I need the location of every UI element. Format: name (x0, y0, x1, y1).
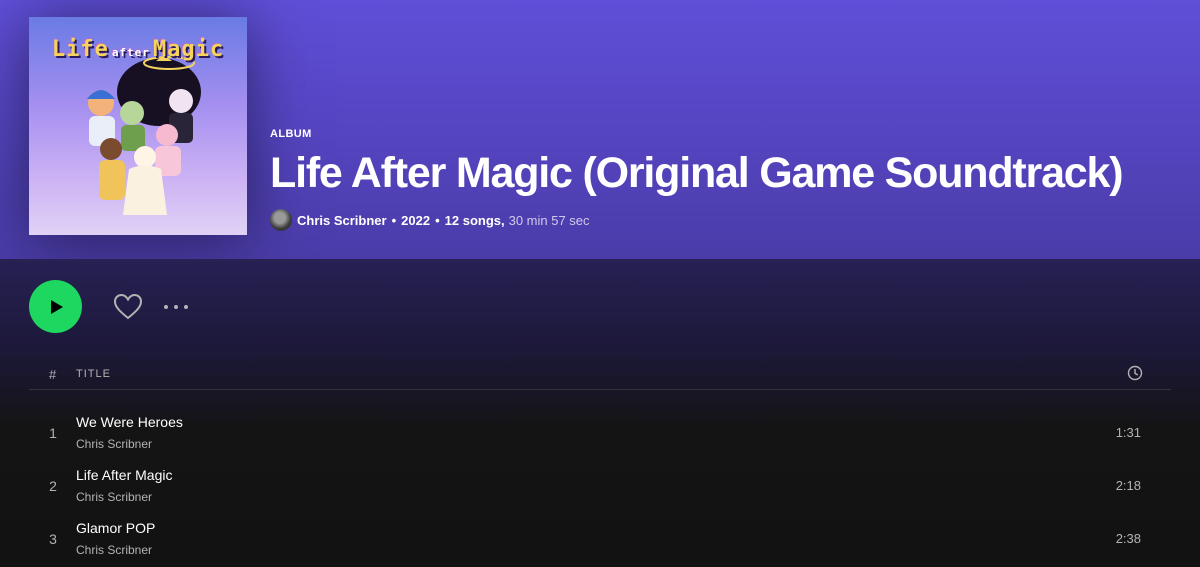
track-title[interactable]: Life After Magic (76, 467, 173, 483)
track-number: 2 (49, 478, 57, 494)
cover-logo-word-2: after (111, 46, 150, 59)
artist-link[interactable]: Chris Scribner (297, 213, 387, 228)
track-number: 1 (49, 425, 57, 441)
song-count: 12 songs, (444, 212, 505, 228)
track-row[interactable]: 3 Glamor POP Chris Scribner 2:38 (29, 513, 1171, 566)
play-icon (50, 299, 63, 314)
separator-dot: • (391, 212, 397, 228)
separator-dot: • (435, 212, 440, 228)
tracklist-header: # Title (29, 363, 1171, 390)
album-meta: ALBUM Life After Magic (Original Game So… (270, 128, 1124, 232)
cover-logo-word-3: Magic (152, 37, 225, 62)
album-page: Life after Magic ALBUM Life After Magic (O… (0, 0, 1200, 567)
more-horizontal-icon (164, 304, 188, 309)
heart-icon (113, 293, 143, 319)
artist-avatar[interactable] (270, 209, 292, 232)
release-year: 2022 (401, 212, 431, 228)
column-title: Title (76, 368, 111, 380)
track-title[interactable]: Glamor POP (76, 520, 155, 536)
track-duration: 2:18 (1115, 478, 1141, 493)
clock-icon (1127, 365, 1143, 381)
tracklist: 1 We Were Heroes Chris Scribner 1:31 2 L… (29, 407, 1171, 566)
track-title[interactable]: We Were Heroes (76, 414, 183, 430)
track-duration: 1:31 (1115, 425, 1141, 440)
play-button[interactable] (29, 280, 82, 333)
action-bar (29, 280, 191, 333)
album-type-label: ALBUM (270, 128, 312, 140)
track-row[interactable]: 2 Life After Magic Chris Scribner 2:18 (29, 460, 1171, 513)
like-button[interactable] (111, 290, 145, 324)
track-artist[interactable]: Chris Scribner (76, 490, 152, 504)
album-byline: Chris Scribner • 2022 • 12 songs, 30 min… (270, 209, 1122, 232)
album-title: Life After Magic (Original Game Soundtra… (270, 149, 1124, 197)
track-row[interactable]: 1 We Were Heroes Chris Scribner 1:31 (29, 407, 1171, 460)
album-cover[interactable]: Life after Magic (29, 17, 247, 235)
album-header: Life after Magic ALBUM Life After Magic (O… (0, 0, 1200, 259)
track-duration: 2:38 (1115, 531, 1141, 546)
column-number: # (49, 367, 57, 382)
column-duration (1127, 365, 1143, 384)
cover-logo-word-1: Life (51, 37, 109, 62)
album-body: # Title 1 We Were Heroes Chris Scribner … (0, 259, 1200, 567)
album-duration: 30 min 57 sec (508, 212, 590, 228)
track-artist[interactable]: Chris Scribner (76, 437, 152, 451)
track-artist[interactable]: Chris Scribner (76, 543, 152, 557)
track-number: 3 (49, 531, 57, 547)
album-cover-logo: Life after Magic (37, 37, 239, 62)
more-options-button[interactable] (161, 290, 191, 324)
